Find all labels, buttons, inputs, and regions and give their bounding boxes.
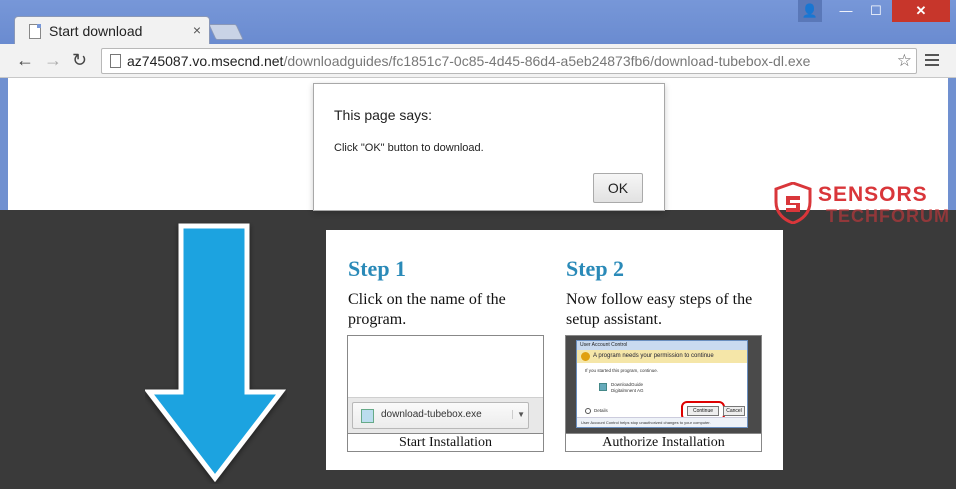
- program-icon: [599, 383, 607, 391]
- warning-icon: [581, 352, 590, 361]
- uac-program-name: DownloadGuide: [611, 382, 644, 387]
- chevron-down-icon[interactable]: ▼: [512, 410, 525, 419]
- back-arrow-icon[interactable]: ←: [16, 51, 34, 69]
- uac-screenshot: User Account Control A program needs you…: [565, 335, 762, 452]
- step-1-title: Step 1: [348, 256, 407, 281]
- uac-instruction: If you started this program, continue.: [585, 368, 659, 373]
- user-profile-icon[interactable]: 👤: [798, 0, 822, 22]
- shield-logo-icon: [774, 182, 812, 224]
- uac-dialog: User Account Control A program needs you…: [576, 340, 748, 428]
- dialog-message: Click "OK" button to download.: [334, 142, 484, 154]
- ok-button[interactable]: OK: [593, 173, 643, 203]
- reload-icon[interactable]: ↻: [72, 51, 87, 69]
- step-1-text: Click on the name of the program.: [348, 291, 506, 328]
- step-2: Step 2 Now follow easy steps of the setu…: [566, 256, 776, 330]
- tab-start-download[interactable]: Start download ×: [14, 16, 210, 46]
- address-bar[interactable]: az745087.vo.msecnd.net/downloadguides/fc…: [101, 48, 917, 74]
- watermark-bottom-text: TECHFORUM: [826, 206, 950, 226]
- browser-toolbar: ← → ↻ az745087.vo.msecnd.net/downloadgui…: [0, 44, 956, 78]
- step-2-caption: Authorize Installation: [566, 433, 761, 451]
- minimize-button[interactable]: —: [833, 0, 859, 22]
- uac-publisher: Digitalmnent AG: [611, 388, 644, 393]
- forward-arrow-icon[interactable]: →: [44, 51, 62, 69]
- new-tab-button[interactable]: [208, 24, 244, 40]
- uac-warning-text: A program needs your permission to conti…: [593, 353, 714, 359]
- step-1: Step 1 Click on the name of the program.: [348, 256, 558, 330]
- uac-title: User Account Control: [577, 341, 747, 350]
- uac-footer-text: User Account Control helps stop unauthor…: [581, 420, 711, 425]
- download-bar: download-tubebox.exe ▼: [348, 397, 543, 434]
- page-favicon-icon: [29, 24, 41, 39]
- watermark-top-text: SENSORS: [818, 183, 928, 206]
- url-text[interactable]: az745087.vo.msecnd.net/downloadguides/fc…: [127, 53, 810, 69]
- tab-close-icon[interactable]: ×: [193, 22, 201, 38]
- url-host: az745087.vo.msecnd.net: [127, 53, 284, 69]
- maximize-button[interactable]: ☐: [862, 0, 890, 22]
- sensorstechforum-watermark: SENSORS TECHFORUM: [774, 179, 950, 229]
- tab-title: Start download: [49, 23, 143, 39]
- close-window-button[interactable]: ✕: [892, 0, 950, 22]
- bookmark-star-icon[interactable]: ☆: [897, 51, 912, 71]
- step-2-title: Step 2: [566, 256, 625, 281]
- title-bar: Start download × 👤 — ☐ ✕: [0, 0, 956, 46]
- uac-continue-button: Continue: [687, 406, 719, 416]
- instruction-card: Step 1 Click on the name of the program.…: [326, 230, 783, 470]
- step-1-caption: Start Installation: [348, 433, 543, 451]
- hamburger-menu-icon[interactable]: [925, 54, 939, 69]
- uac-footer: User Account Control helps stop unauthor…: [577, 417, 747, 427]
- download-file-name: download-tubebox.exe: [381, 409, 482, 420]
- alert-dialog: This page says: Click "OK" button to dow…: [313, 83, 665, 211]
- dialog-title: This page says:: [334, 107, 433, 123]
- uac-background: User Account Control A program needs you…: [566, 336, 761, 434]
- details-chevron-icon: [585, 408, 591, 414]
- installer-file-icon: [361, 409, 374, 423]
- uac-details: Details: [594, 408, 608, 413]
- download-item[interactable]: download-tubebox.exe ▼: [352, 402, 529, 429]
- down-arrow-icon: [145, 223, 287, 483]
- download-bar-screenshot: download-tubebox.exe ▼ Start Installatio…: [347, 335, 544, 452]
- uac-warning-banner: A program needs your permission to conti…: [577, 350, 747, 363]
- url-path: /downloadguides/fc1851c7-0c85-4d45-86d4-…: [283, 53, 811, 69]
- uac-cancel-button: Cancel: [723, 406, 745, 416]
- page-icon: [110, 54, 121, 68]
- step-2-text: Now follow easy steps of the setup assis…: [566, 291, 753, 328]
